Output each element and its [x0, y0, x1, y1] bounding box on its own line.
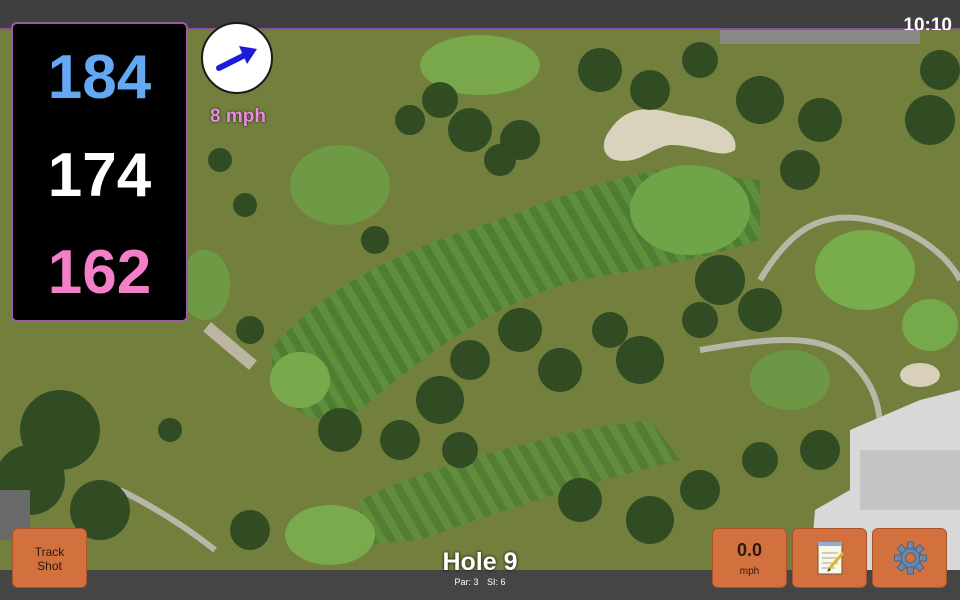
notepad-icon [817, 542, 845, 575]
settings-button[interactable] [872, 528, 947, 588]
back-distance: 184 [47, 43, 152, 112]
hole-par: Par: 3 [454, 577, 479, 587]
middle-distance: 174 [47, 141, 152, 210]
track-shot-label-line2: Shot [37, 559, 62, 573]
distance-panel: 184 174 162 [11, 22, 188, 322]
hole-info: Par: 3 SI: 6 [400, 577, 560, 587]
front-distance: 162 [47, 238, 152, 307]
gear-icon [894, 541, 927, 575]
speed-button[interactable]: 0.0 mph [712, 528, 787, 588]
track-shot-label-line1: Track [34, 545, 65, 559]
speed-unit: mph [739, 566, 760, 577]
wind-speed: 8 mph [210, 106, 266, 127]
notes-button[interactable] [792, 528, 867, 588]
wind-indicator [201, 22, 273, 94]
track-shot-button[interactable]: Track Shot [12, 528, 87, 588]
hole-title: Hole 9 [442, 548, 518, 576]
speed-value: 0.0 [736, 540, 763, 560]
wind-arrow-icon [216, 46, 257, 71]
hole-si: SI: 6 [487, 577, 506, 587]
